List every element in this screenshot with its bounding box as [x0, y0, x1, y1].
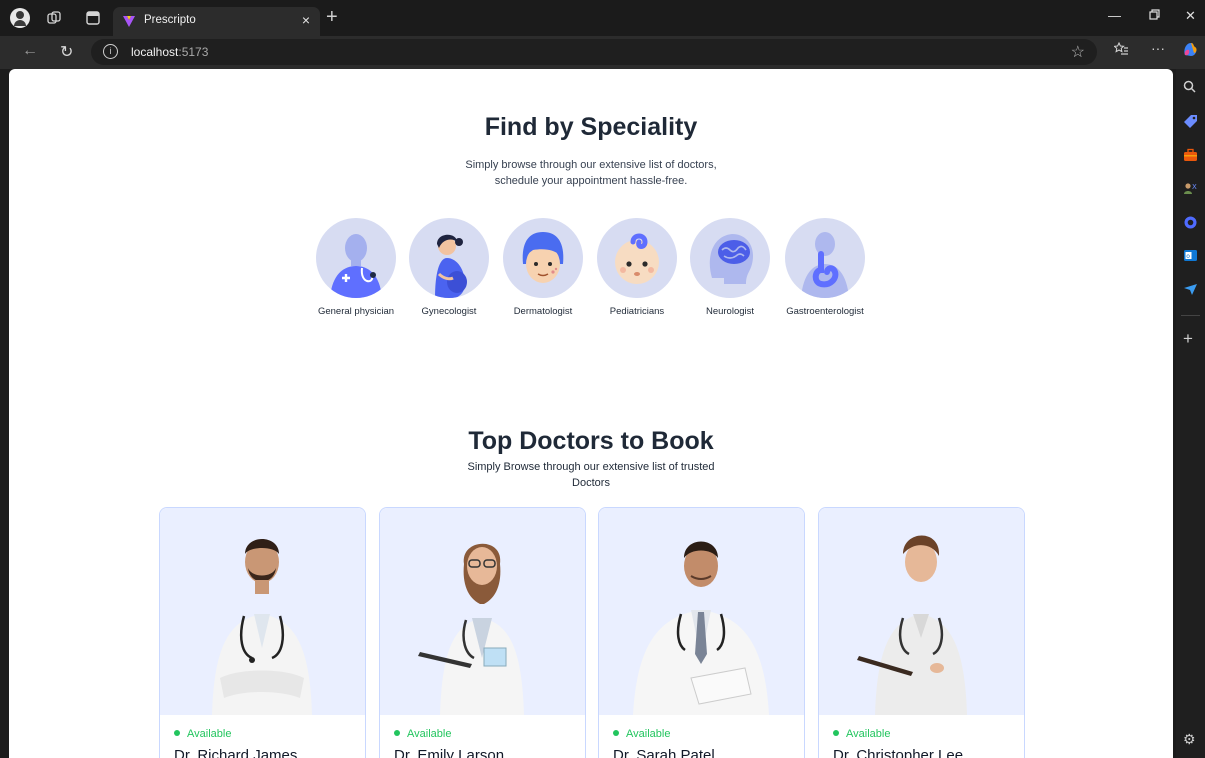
status-dot: [394, 730, 400, 736]
new-tab-button[interactable]: +: [326, 7, 338, 27]
svg-text:o: o: [1186, 253, 1190, 260]
speciality-gastroenterologist[interactable]: Gastroenterologist: [775, 218, 875, 317]
speciality-pediatricians[interactable]: Pediatricians: [587, 218, 687, 317]
speciality-heading: Find by Speciality: [484, 113, 698, 141]
back-icon[interactable]: ←: [22, 42, 38, 60]
prescripto-favicon-icon: [123, 16, 135, 27]
status-dot: [833, 730, 839, 736]
gastroenterologist-icon: [785, 218, 865, 298]
minimize-icon[interactable]: —: [1108, 8, 1121, 23]
doctor-name: Dr. Christopher Lee: [833, 747, 964, 758]
doctor-photo: [819, 508, 1024, 715]
top-doctors-heading: Top Doctors to Book: [468, 427, 714, 455]
vertical-tabs-icon[interactable]: [83, 8, 103, 28]
doctor-card[interactable]: Available Dr. Sarah Patel: [598, 507, 805, 758]
sidebar-separator: [1181, 315, 1200, 316]
copilot-sidebar-icon[interactable]: [1183, 215, 1198, 230]
speciality-label: Gynecologist: [421, 306, 477, 317]
speciality-label: General physician: [317, 306, 395, 317]
top-doctors-description: Simply Browse through our extensive list…: [467, 461, 715, 489]
tab-close-icon[interactable]: ×: [302, 12, 310, 28]
tools-briefcase-icon[interactable]: [1183, 148, 1198, 163]
svg-text:X: X: [1192, 183, 1197, 191]
workspaces-icon[interactable]: [44, 8, 64, 28]
speciality-gynecologist[interactable]: Gynecologist: [399, 218, 499, 317]
send-icon[interactable]: [1183, 282, 1198, 297]
status-dot: [174, 730, 180, 736]
tab-title: Prescripto: [144, 14, 196, 26]
availability-status: Available: [613, 728, 670, 740]
tab-bar: Prescripto × + — ✕: [0, 0, 1205, 36]
page-viewport: Find by Speciality Simply browse through…: [9, 69, 1173, 758]
availability-status: Available: [833, 728, 890, 740]
people-icon[interactable]: X: [1183, 181, 1198, 196]
availability-status: Available: [394, 728, 451, 740]
site-info-icon[interactable]: i: [103, 44, 118, 59]
availability-status: Available: [174, 728, 231, 740]
speciality-neurologist[interactable]: Neurologist: [680, 218, 780, 317]
sidebar-settings-icon[interactable]: ⚙: [1183, 732, 1198, 747]
browser-window: Prescripto × + — ✕ ← ↻ i localhost:5173 …: [0, 0, 1205, 758]
doctor-photo: [160, 508, 365, 715]
speciality-dermatologist[interactable]: Dermatologist: [493, 218, 593, 317]
doctor-card[interactable]: Available Dr. Richard James: [159, 507, 366, 758]
speciality-label: Pediatricians: [609, 306, 665, 317]
refresh-icon[interactable]: ↻: [60, 42, 73, 62]
profile-icon[interactable]: [10, 8, 30, 28]
restore-icon[interactable]: [1149, 8, 1160, 23]
dermatologist-icon: [503, 218, 583, 298]
doctor-card[interactable]: Available Dr. Emily Larson: [379, 507, 586, 758]
speciality-description: Simply browse through our extensive list…: [465, 159, 717, 187]
add-sidebar-app-icon[interactable]: +: [1183, 330, 1198, 347]
general-physician-icon: [316, 218, 396, 298]
neurologist-icon: [690, 218, 770, 298]
more-options-icon[interactable]: ···: [1151, 40, 1165, 56]
url-field[interactable]: i localhost:5173 ☆: [91, 39, 1097, 65]
outlook-icon[interactable]: o: [1183, 248, 1198, 263]
gynecologist-icon: [409, 218, 489, 298]
doctor-card[interactable]: Available Dr. Christopher Lee: [818, 507, 1025, 758]
doctor-photo: [599, 508, 804, 715]
doctor-name: Dr. Richard James: [174, 747, 298, 758]
favorite-star-icon[interactable]: ☆: [1071, 42, 1085, 62]
favorites-icon[interactable]: [1113, 41, 1129, 59]
edge-sidebar: X o + ⚙: [1176, 69, 1205, 758]
doctor-photo: [380, 508, 585, 715]
shopping-tag-icon[interactable]: [1183, 114, 1198, 129]
speciality-label: Gastroenterologist: [786, 306, 864, 317]
search-icon[interactable]: [1183, 80, 1198, 95]
pediatricians-icon: [597, 218, 677, 298]
copilot-icon[interactable]: [1182, 41, 1199, 61]
status-dot: [613, 730, 619, 736]
speciality-general-physician[interactable]: General physician: [306, 218, 406, 317]
close-window-icon[interactable]: ✕: [1185, 8, 1196, 24]
speciality-label: Neurologist: [705, 306, 755, 317]
address-bar: ← ↻ i localhost:5173 ☆ ···: [0, 36, 1205, 69]
speciality-label: Dermatologist: [513, 306, 573, 317]
doctor-name: Dr. Emily Larson: [394, 747, 505, 758]
doctor-name: Dr. Sarah Patel: [613, 747, 715, 758]
url-text: localhost:5173: [131, 45, 209, 59]
tab-prescripto[interactable]: Prescripto ×: [113, 7, 320, 36]
